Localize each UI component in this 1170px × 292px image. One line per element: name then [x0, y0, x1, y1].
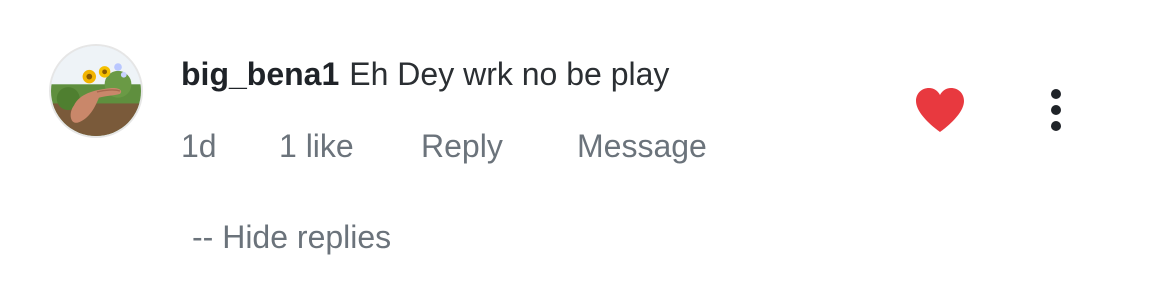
likes-count-link[interactable]: 1 like	[279, 124, 354, 168]
more-options-button[interactable]	[1036, 86, 1076, 134]
more-vertical-icon	[1051, 89, 1061, 131]
comment-timestamp: 1d	[181, 128, 217, 164]
comment-body: big_bena1 Eh Dey wrk no be play	[181, 52, 669, 96]
reply-button[interactable]: Reply	[421, 124, 503, 168]
message-button[interactable]: Message	[577, 124, 707, 168]
comment-text: Eh Dey wrk no be play	[349, 56, 670, 92]
avatar-image	[51, 46, 141, 136]
heart-filled-icon	[916, 88, 964, 132]
hide-replies-button[interactable]: -- Hide replies	[192, 215, 391, 259]
like-button[interactable]	[912, 85, 968, 135]
comment-actions: 1d 1 like Reply Message	[0, 124, 1170, 168]
username-link[interactable]: big_bena1	[181, 56, 339, 92]
